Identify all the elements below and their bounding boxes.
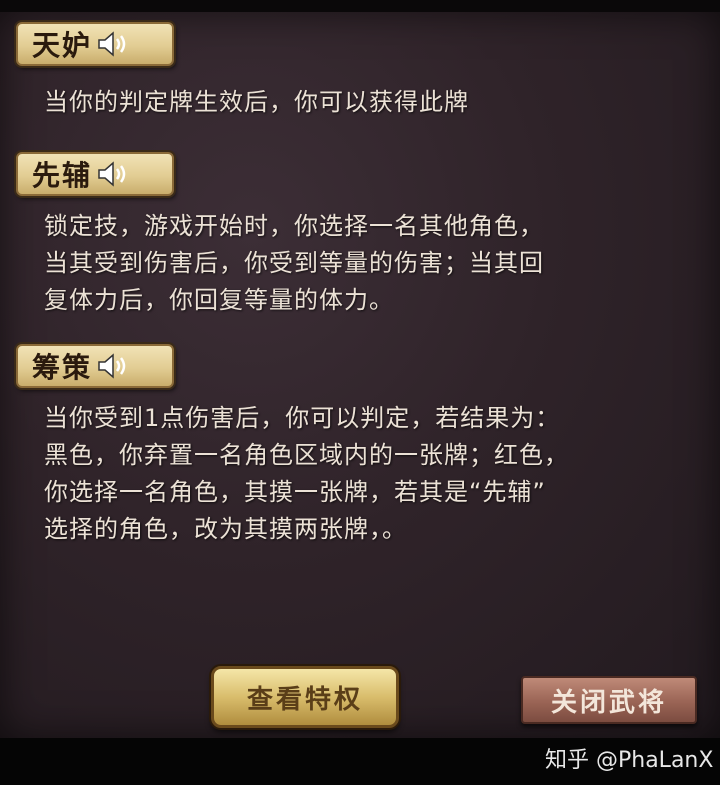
skill-panel: 天妒 当你的判定牌生效后，你可以获得此牌 先辅 锁定技，游戏开始时，你选择一名其… [0,12,720,738]
skill-description: 当你的判定牌生效后，你可以获得此牌 [44,88,469,116]
skill-name: 先辅 [32,159,93,192]
speaker-icon[interactable] [96,352,130,380]
speaker-icon[interactable] [96,30,130,58]
skill-description: 锁定技，游戏开始时，你选择一名其他角色， 当其受到伤害后，你受到等量的伤害；当其… [44,212,544,314]
skill-info-screen: 天妒 当你的判定牌生效后，你可以获得此牌 先辅 锁定技，游戏开始时，你选择一名其… [0,0,720,785]
watermark: 知乎 @PhaLanX [545,748,714,773]
skill-name: 筹策 [32,351,93,384]
skill-title-badge[interactable]: 先辅 [16,152,174,196]
close-general-button[interactable]: 关闭武将 [521,676,697,724]
skill-title-badge[interactable]: 筹策 [16,344,174,388]
skill-name: 天妒 [32,29,93,62]
view-privilege-button[interactable]: 查看特权 [211,666,399,728]
skill-title-badge[interactable]: 天妒 [16,22,174,66]
speaker-icon[interactable] [96,160,130,188]
skill-description: 当你受到1点伤害后，你可以判定，若结果为： 黑色，你弃置一名角色区域内的一张牌；… [44,404,569,543]
